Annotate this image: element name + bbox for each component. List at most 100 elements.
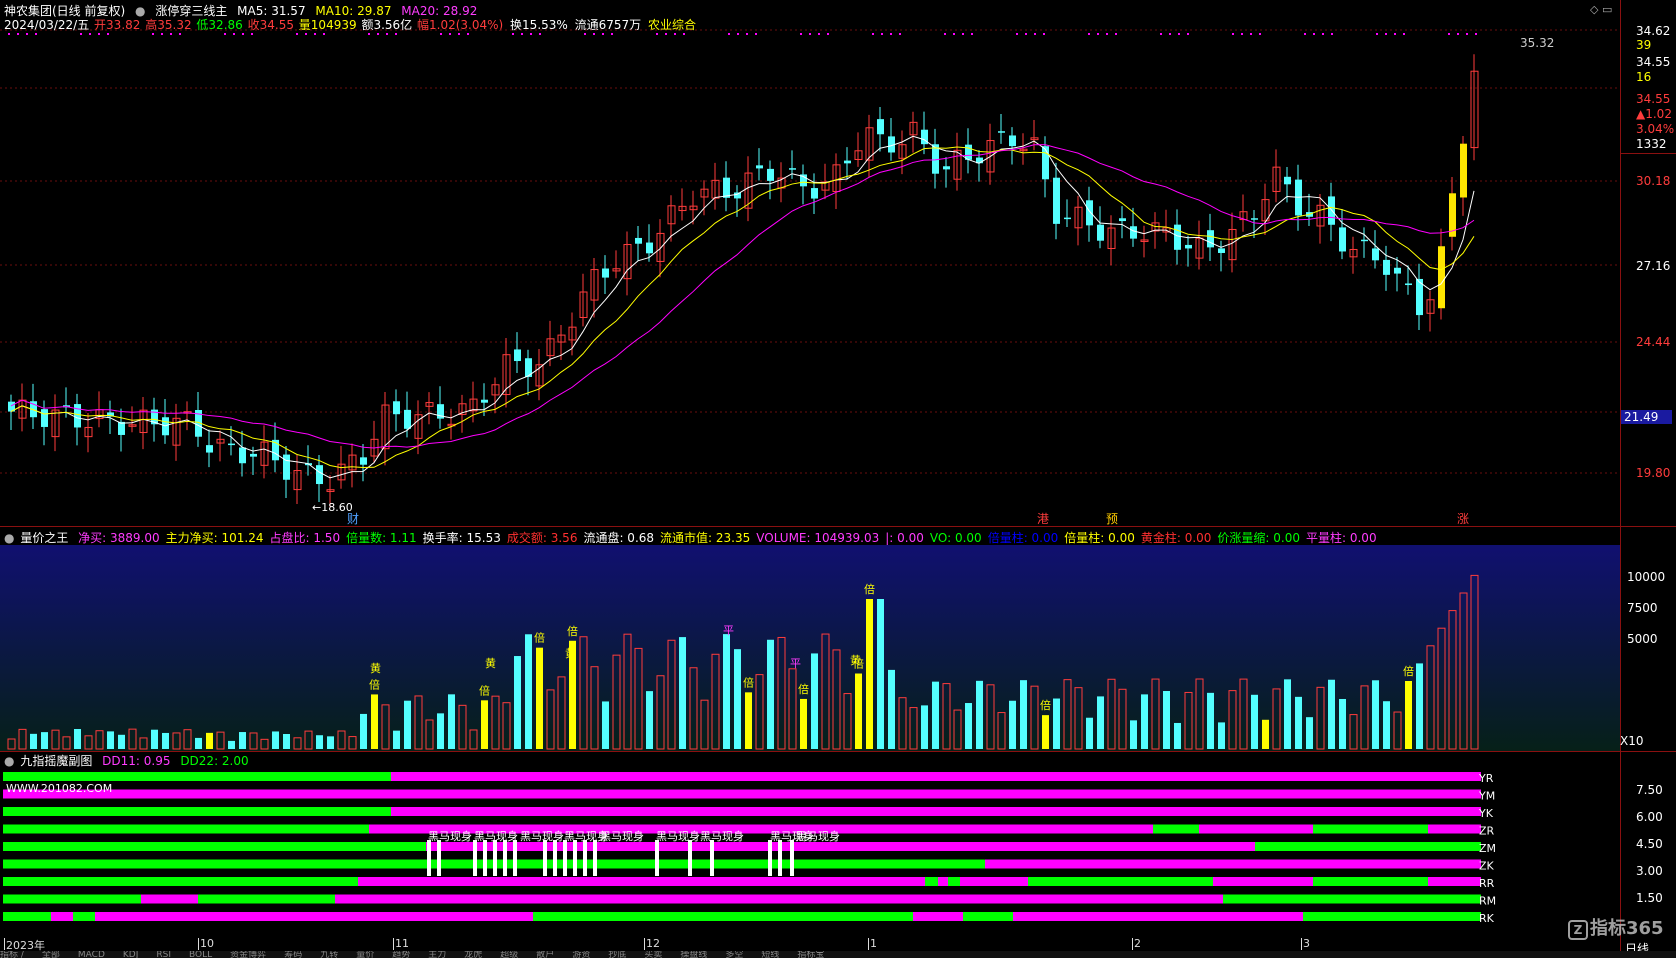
candle-body xyxy=(1130,226,1137,239)
bottom-tab[interactable]: 指标 / xyxy=(0,951,24,958)
bottom-tab[interactable]: 趋势 xyxy=(392,951,410,958)
volume-pane[interactable]: ● 量价之王 净买: 3889.00 主力净买: 101.24 占盘比: 1.50 倍… xyxy=(0,527,1620,751)
horse-bar xyxy=(583,840,587,876)
signal-dot xyxy=(1043,33,1045,35)
volume-bar xyxy=(151,729,158,749)
signal-dot xyxy=(107,33,109,35)
bottom-tab[interactable]: 全部 xyxy=(42,951,60,958)
huang-label: 黄 xyxy=(565,646,576,660)
window-controls[interactable]: ◇ ▭ xyxy=(1590,3,1612,16)
time-tick xyxy=(393,938,394,950)
candle-body xyxy=(734,192,741,199)
bottom-tab[interactable]: RSI xyxy=(156,951,171,958)
bottom-tab[interactable]: BOLL xyxy=(189,951,212,958)
candle-body xyxy=(811,188,818,199)
candle-body xyxy=(1086,200,1093,226)
volume-bar xyxy=(1141,694,1148,749)
bei-label: 倍 xyxy=(1403,664,1414,678)
horse-bar xyxy=(473,840,477,876)
horse-bar xyxy=(573,840,577,876)
time-axis-label: 1 xyxy=(870,937,877,950)
volume-bar xyxy=(800,698,807,749)
volume-bar xyxy=(1163,691,1170,749)
signal-dot xyxy=(233,33,235,35)
volume-axis-label: 5000 xyxy=(1627,632,1658,646)
candlestick-chart[interactable]: 财 港 预 涨 ←18.60 xyxy=(0,0,1620,526)
time-axis-label: 11 xyxy=(395,937,409,950)
row-label: ZR xyxy=(1479,825,1495,838)
candle-body xyxy=(283,454,290,480)
bottom-tab[interactable]: 指标宝 xyxy=(797,951,824,958)
signal-bar-segment xyxy=(1428,824,1481,834)
signal-bar-segment xyxy=(1428,859,1481,869)
bottom-tab[interactable]: 抄底 xyxy=(608,951,626,958)
signal-dot xyxy=(1034,33,1036,35)
volume-bar xyxy=(371,694,378,749)
bottom-tab[interactable]: 超级 xyxy=(500,951,518,958)
bottom-tab[interactable]: 短线 xyxy=(761,951,779,958)
volume-bar xyxy=(602,701,609,749)
event-mark: 财 xyxy=(347,512,359,526)
volume-bar xyxy=(536,647,543,749)
price-axis-label: 24.44 xyxy=(1636,335,1671,349)
volume-bar xyxy=(162,732,169,749)
volume-bar xyxy=(1405,681,1412,749)
volume-bar xyxy=(1416,663,1423,749)
horse-bar xyxy=(768,840,772,876)
bottom-tab[interactable]: 九转 xyxy=(320,951,338,958)
bottom-tab[interactable]: 主力 xyxy=(428,951,446,958)
signal-bar-segment xyxy=(3,912,51,921)
bottom-tab[interactable]: 龙虎 xyxy=(464,951,482,958)
time-axis-label: 3 xyxy=(1303,937,1310,950)
price-pane[interactable]: 神农集团(日线 前复权) ● 涨停穿三线主 MA5: 31.57 MA10: 2… xyxy=(0,0,1620,526)
bottom-tab[interactable]: 散户 xyxy=(536,951,554,958)
bottom-tab[interactable]: MACD xyxy=(78,951,105,958)
signal-bar-segment xyxy=(1255,842,1481,851)
nine-indicator-chart[interactable]: YRYMYKZRZMZKRRRMRK黑马现身 黑马现身 黑马现身 黑马现身黑马现身 黑马… xyxy=(0,752,1620,944)
signal-bar-segment xyxy=(938,877,948,886)
price-axis-label: 27.16 xyxy=(1636,259,1671,273)
volume-bar xyxy=(1053,698,1060,749)
candle-body xyxy=(1119,218,1126,222)
bottom-tab[interactable]: KDJ xyxy=(123,951,139,958)
candle-body xyxy=(74,404,81,428)
signal-bar-segment xyxy=(1153,824,1199,834)
horse-label: 黑马现身 xyxy=(520,829,564,843)
event-mark: 港 xyxy=(1037,512,1049,526)
signal-dot xyxy=(458,33,460,35)
volume-bar xyxy=(1262,719,1269,749)
signal-dot xyxy=(368,33,370,35)
horse-label: 黑马现身 xyxy=(656,829,700,843)
bottom-tab[interactable]: 资金博弈 xyxy=(230,951,266,958)
signal-bar-segment xyxy=(963,912,1013,921)
bottom-tab[interactable]: 操盘线 xyxy=(680,951,707,958)
candle-body xyxy=(393,401,400,415)
signal-bar-segment xyxy=(335,894,1223,904)
time-tick xyxy=(644,938,645,950)
signal-dot xyxy=(440,33,442,35)
signal-dot xyxy=(242,33,244,35)
signal-dot xyxy=(1304,33,1306,35)
bottom-tab[interactable]: 游资 xyxy=(572,951,590,958)
volume-bar xyxy=(1339,698,1346,749)
bei-label: 倍 xyxy=(1040,698,1051,712)
bottom-tab[interactable]: 量价 xyxy=(356,951,374,958)
signal-dot xyxy=(1250,33,1252,35)
candle-body xyxy=(1460,143,1467,198)
signal-dot xyxy=(1403,33,1405,35)
candle-body xyxy=(41,409,48,427)
nine-indicator-pane[interactable]: ● 九指摇魔副图 DD11: 0.95 DD22: 2.00 YR YM YK ZR Z… xyxy=(0,752,1620,944)
signal-dot xyxy=(1385,33,1387,35)
signal-dot xyxy=(944,33,946,35)
bottom-tab[interactable]: 多空 xyxy=(725,951,743,958)
signal-bar-segment xyxy=(985,859,1428,869)
time-axis-label: 2 xyxy=(1134,937,1141,950)
volume-chart[interactable]: 倍倍倍倍倍倍倍倍倍倍黄 黄黄黄平平 xyxy=(0,527,1620,751)
bottom-tab[interactable]: 筹码 xyxy=(284,951,302,958)
volume-bar xyxy=(767,639,774,749)
bottom-tab[interactable]: 买卖 xyxy=(644,951,662,958)
volume-bar xyxy=(1207,692,1214,749)
ma5-line xyxy=(10,135,1475,479)
price-axis-label: 3.04% xyxy=(1636,122,1675,136)
signal-dot xyxy=(602,33,604,35)
